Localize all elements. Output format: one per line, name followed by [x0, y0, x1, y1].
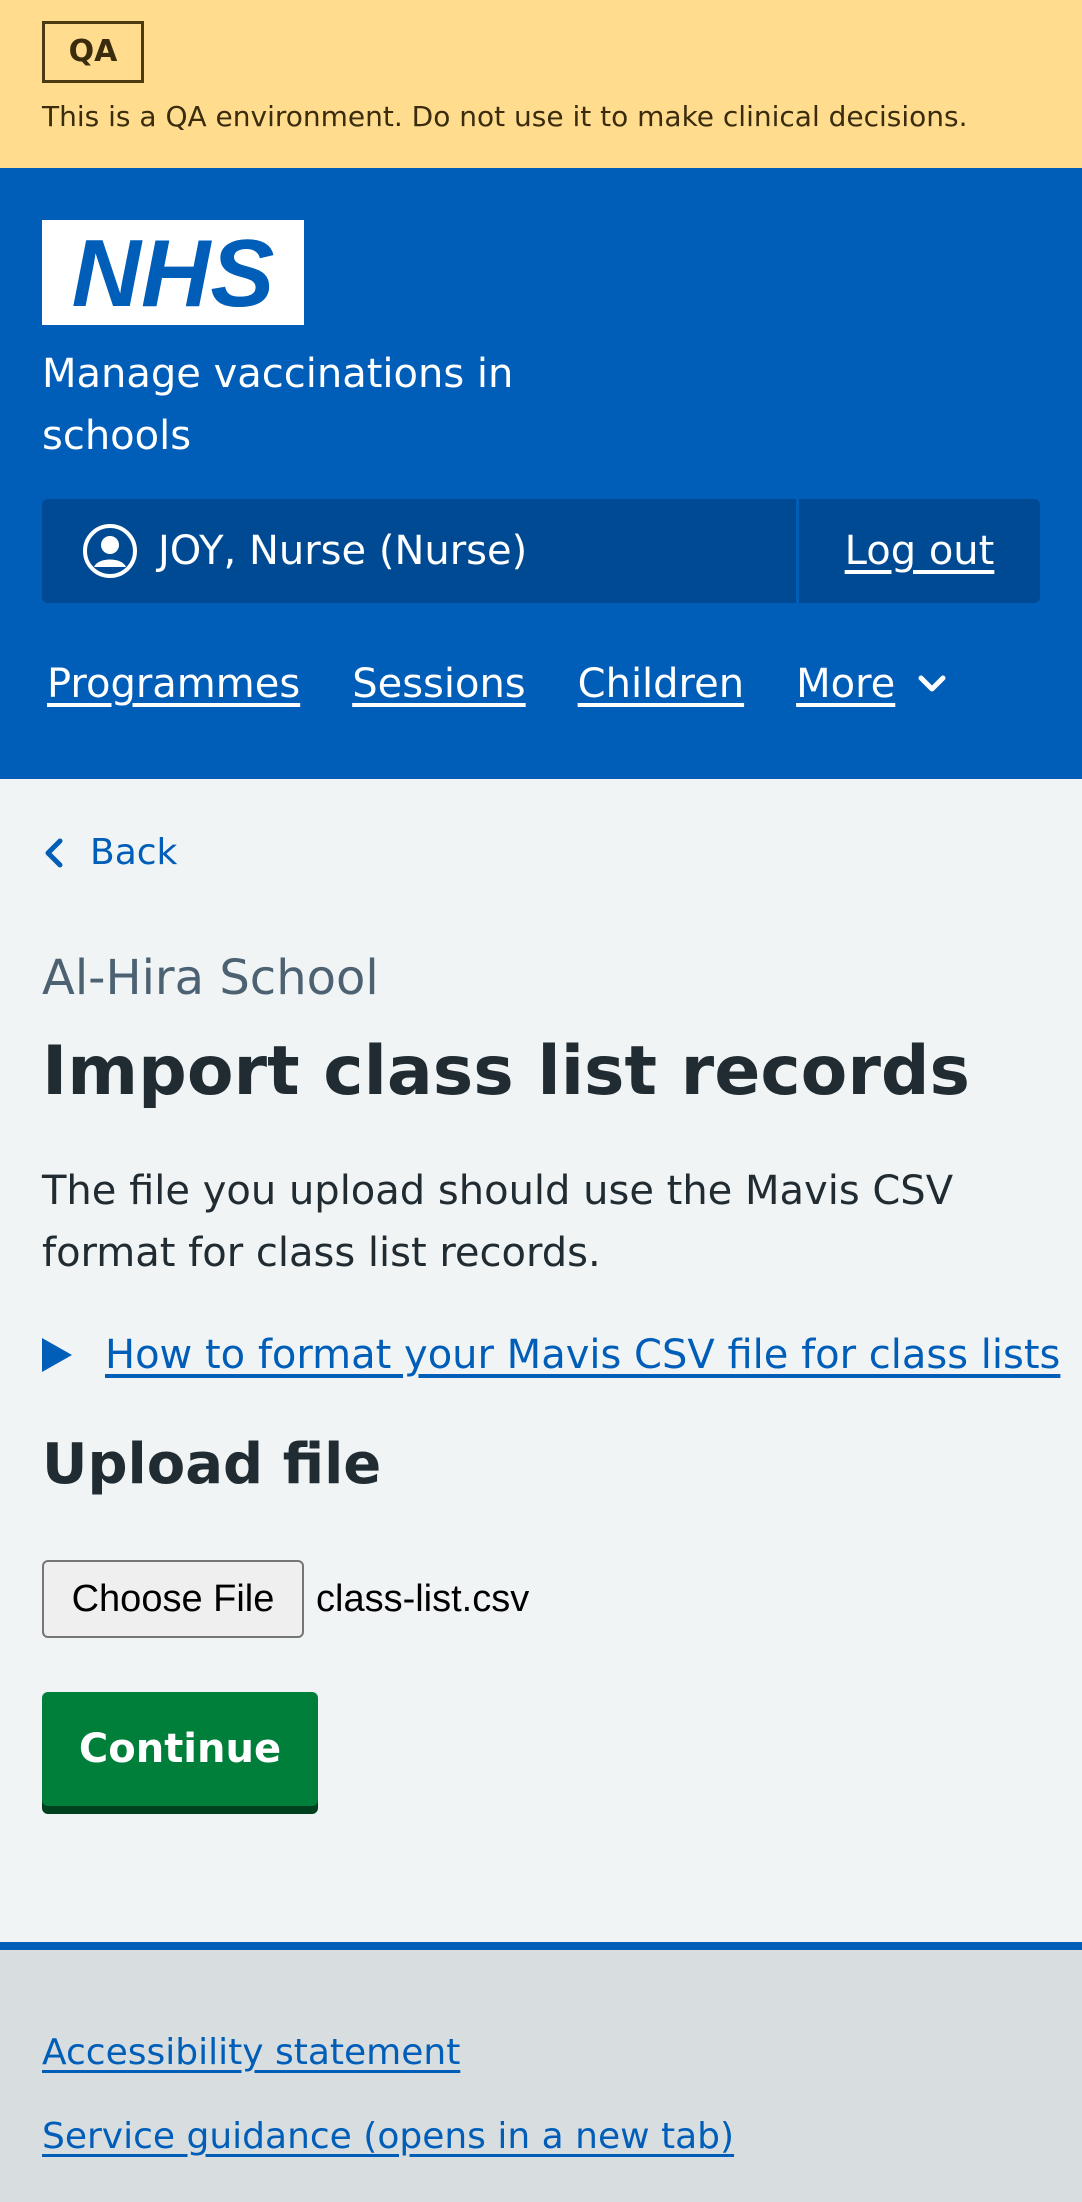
nav-item-programmes[interactable]: Programmes [47, 661, 300, 707]
back-link[interactable]: Back [42, 832, 177, 873]
primary-navigation: Programmes Sessions Children More [47, 661, 949, 707]
footer-link-accessibility[interactable]: Accessibility statement [42, 2032, 460, 2073]
qa-environment-banner: QA This is a QA environment. Do not use … [0, 0, 1082, 168]
page-title: Import class list records [42, 1032, 971, 1111]
upload-file-heading: Upload file [42, 1432, 382, 1497]
user-circle-icon [83, 524, 137, 578]
footer-link-service-guidance[interactable]: Service guidance (opens in a new tab) [42, 2116, 734, 2157]
account-user: JOY, Nurse (Nurse) [42, 499, 799, 603]
page-caption: Al-Hira School [42, 950, 379, 1006]
qa-warning-text: This is a QA environment. Do not use it … [42, 100, 968, 133]
continue-button[interactable]: Continue [42, 1692, 318, 1806]
format-details-toggle[interactable]: How to format your Mavis CSV file for cl… [42, 1332, 1060, 1378]
nav-more-label: More [796, 661, 896, 707]
nav-item-sessions[interactable]: Sessions [352, 661, 525, 707]
account-user-label: JOY, Nurse (Nurse) [158, 528, 528, 574]
qa-tag: QA [42, 21, 144, 83]
selected-file-name: class-list.csv [316, 1577, 530, 1620]
chevron-down-icon [918, 675, 946, 692]
account-bar: JOY, Nurse (Nurse) Log out [42, 499, 1040, 603]
service-name[interactable]: Manage vaccinations in schools [42, 343, 562, 467]
site-header: NHS Manage vaccinations in schools JOY, … [0, 168, 1082, 779]
nav-item-children[interactable]: Children [578, 661, 744, 707]
file-upload-input: Choose File class-list.csv [42, 1560, 529, 1638]
choose-file-button[interactable]: Choose File [42, 1560, 304, 1638]
logout-link[interactable]: Log out [799, 499, 1040, 603]
chevron-left-icon [45, 838, 63, 867]
nhs-logo[interactable]: NHS [42, 220, 304, 325]
nav-more-button[interactable]: More [796, 661, 949, 707]
site-footer: Accessibility statement Service guidance… [0, 1942, 1082, 2202]
intro-text: The file you upload should use the Mavis… [42, 1168, 954, 1276]
format-details-label: How to format your Mavis CSV file for cl… [105, 1332, 1061, 1378]
triangle-right-icon [42, 1338, 72, 1372]
back-link-label: Back [90, 832, 178, 873]
nhs-logo-text: NHS [72, 220, 275, 325]
